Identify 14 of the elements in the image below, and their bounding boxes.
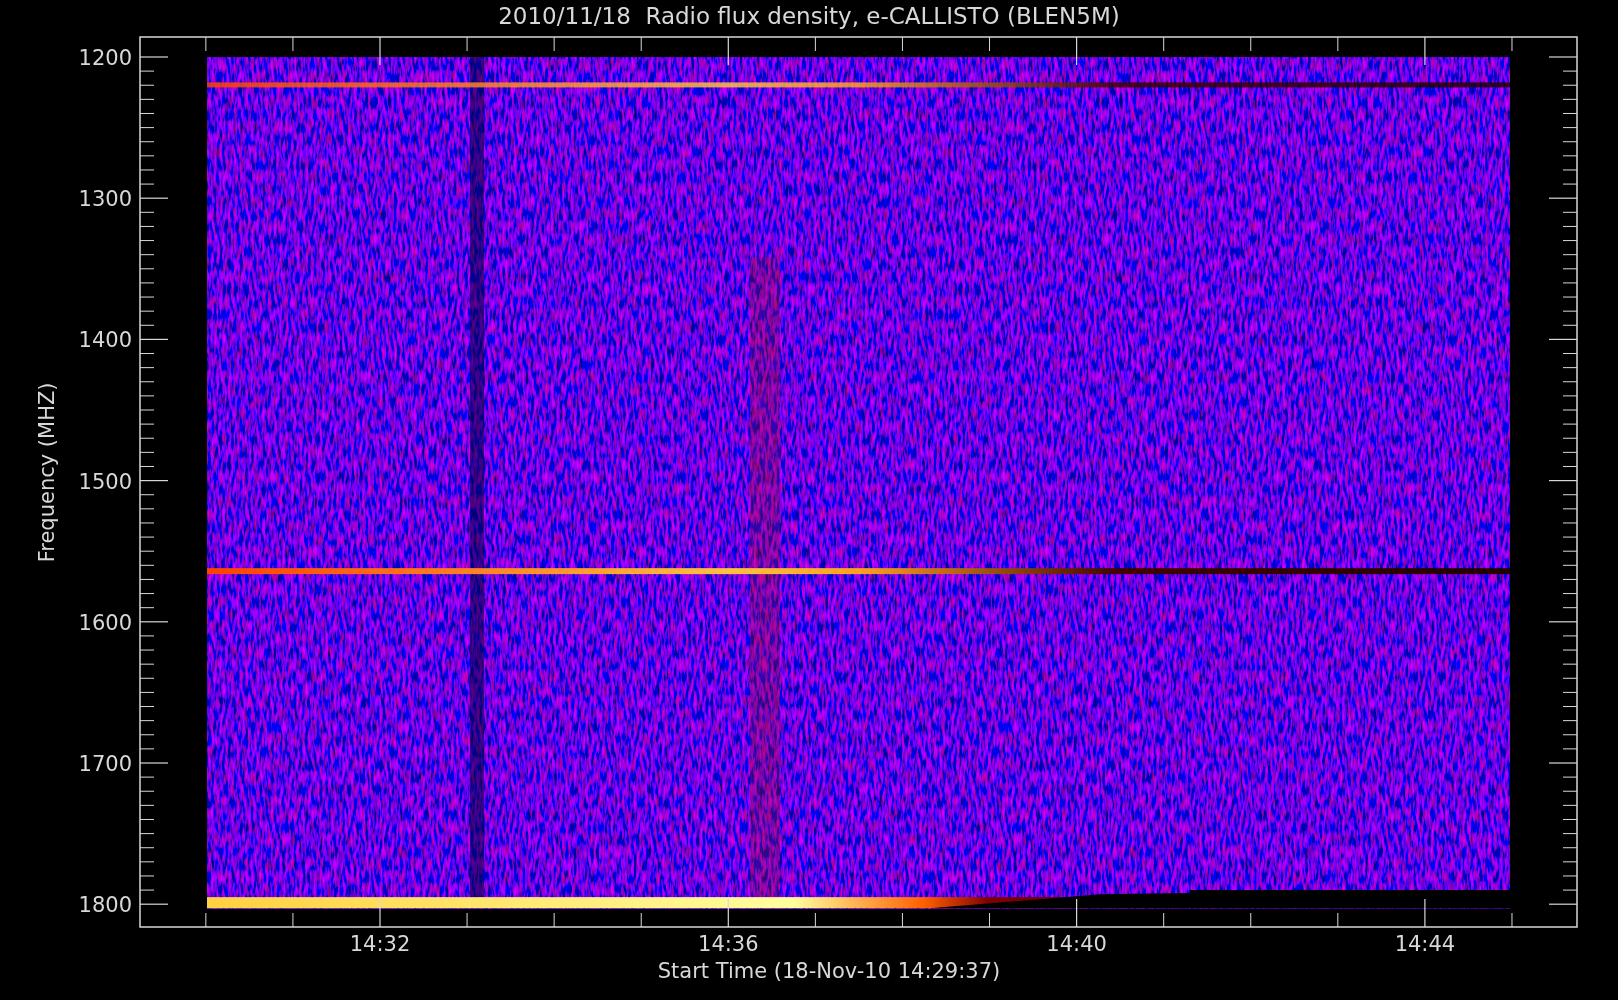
- y-tick-label: 1600: [78, 610, 132, 635]
- x-tick-label: 14:44: [1394, 932, 1456, 956]
- x-axis-label: Start Time (18-Nov-10 14:29:37): [657, 959, 1001, 983]
- y-tick-label: 1200: [78, 46, 132, 70]
- x-tick-label: 14:36: [698, 932, 759, 956]
- y-tick-label: 1300: [78, 187, 132, 212]
- x-tick-label: 14:40: [1046, 932, 1107, 956]
- y-tick-label: 1400: [78, 328, 132, 353]
- y-tick-label: 1500: [78, 469, 132, 494]
- plot-title: 2010/11/18 Radio flux density, e-CALLISTO (BLEN5M): [498, 2, 1120, 31]
- x-tick-label: 14:32: [349, 932, 411, 956]
- y-tick-label: 1800: [78, 893, 132, 918]
- y-axis-label: Frequency (MHZ): [35, 382, 59, 563]
- y-tick-label: 1700: [78, 752, 132, 776]
